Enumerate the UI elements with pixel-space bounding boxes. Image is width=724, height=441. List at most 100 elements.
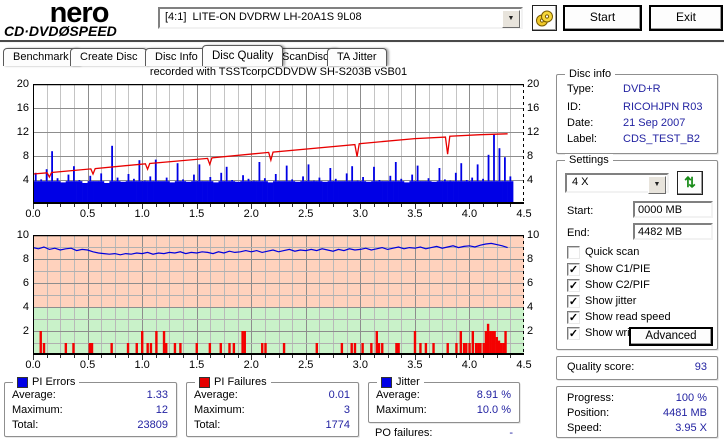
- refresh-button[interactable]: ⇅: [677, 171, 703, 195]
- settings-box: Settings 4 X ▼ ⇅ Start: 0000 MB End: 448…: [556, 154, 718, 350]
- stat-value: 12: [155, 404, 168, 416]
- scan-speed-select[interactable]: 4 X ▼: [565, 173, 669, 194]
- checkbox-show-c1-pie[interactable]: ✓ Show C1/PIE: [567, 262, 650, 276]
- cd-dvd-speed-logo-text: CD·DVDØSPEED: [4, 23, 117, 39]
- axis-tick-label: 16: [16, 102, 29, 114]
- toolbar-separator: [0, 40, 724, 43]
- disc-type-value: DVD+R: [623, 83, 661, 95]
- checkbox-show-read-speed[interactable]: ✓ Show read speed: [567, 310, 671, 324]
- start-position-label: Start:: [567, 205, 594, 217]
- tab-ta-jitter[interactable]: TA Jitter: [327, 48, 387, 66]
- checkbox-box[interactable]: ✓: [567, 262, 580, 276]
- end-position-field[interactable]: 4482 MB: [633, 223, 713, 240]
- drive-select[interactable]: [4:1] LITE-ON DVDRW LH-20A1S 9L08 ▼: [158, 7, 523, 29]
- stat-label: Maximum:: [12, 404, 63, 416]
- stat-value: 3: [343, 404, 350, 416]
- stat-label: Maximum:: [376, 404, 427, 416]
- pi-failures-swatch-icon: [199, 376, 210, 388]
- checkbox-show-jitter[interactable]: ✓ Show jitter: [567, 294, 636, 308]
- jitter-legend: Jitter: [377, 376, 424, 388]
- pi-failures-legend-label: PI Failures: [214, 376, 267, 388]
- checkbox-show-c2-pif[interactable]: ✓ Show C2/PIF: [567, 278, 650, 292]
- po-failures-label: PO failures:: [375, 427, 433, 439]
- start-button[interactable]: Start: [563, 5, 642, 31]
- axis-tick-label: 2.0: [243, 359, 259, 371]
- refresh-icon: ⇅: [684, 174, 696, 190]
- speed-label: Speed:: [567, 422, 602, 434]
- stat-label: Average:: [376, 389, 420, 401]
- axis-tick-label: 8: [22, 253, 29, 265]
- progress-value: 100 %: [675, 392, 707, 404]
- jitter-legend-label: Jitter: [396, 376, 420, 388]
- checkbox-box[interactable]: ✓: [567, 294, 580, 308]
- axis-tick-label: 12: [527, 126, 540, 138]
- axis-tick-label: 3.0: [352, 359, 368, 371]
- axis-tick-label: 8: [527, 253, 534, 265]
- stat-value: 1774: [325, 419, 350, 431]
- stat-value: 0.01: [328, 389, 350, 401]
- pi-failures-stats-box: PI Failures Average: 0.01 Maximum: 3 Total…: [186, 376, 359, 437]
- checkbox-box[interactable]: ✓: [567, 278, 580, 292]
- jitter-stats-box: Jitter Average: 8.91 % Maximum: 10.0 %: [368, 376, 520, 423]
- disc-date-label: Date:: [567, 117, 594, 129]
- jitter-pif-chart: [32, 234, 525, 361]
- checkbox-quick-scan[interactable]: Quick scan: [567, 245, 639, 259]
- axis-tick-label: 1.0: [134, 208, 150, 220]
- disc-info-box: Disc info Type: DVD+R ID: RICOHJPN R03 D…: [556, 68, 718, 154]
- axis-tick-label: 2.5: [298, 208, 314, 220]
- axis-tick-label: 1.0: [134, 359, 150, 371]
- pi-errors-chart: [32, 83, 525, 210]
- disc-id-label: ID:: [567, 101, 582, 113]
- axis-tick-label: 0.0: [25, 359, 41, 371]
- axis-tick-label: 4: [22, 301, 29, 313]
- stat-value: 8.91 %: [476, 389, 511, 401]
- checkbox-box[interactable]: ✓: [567, 326, 580, 340]
- axis-tick-label: 10: [527, 229, 540, 241]
- tab-benchmark[interactable]: Benchmark: [3, 48, 79, 66]
- disc-date-value: 21 Sep 2007: [623, 117, 686, 129]
- axis-tick-label: 20: [16, 78, 29, 90]
- axis-tick-label: 2.5: [298, 359, 314, 371]
- axis-tick-label: 4.5: [516, 359, 532, 371]
- stat-value: 1.33: [146, 389, 168, 401]
- axis-tick-label: 16: [527, 102, 540, 114]
- axis-tick-label: 10: [16, 229, 29, 241]
- disc-stack-button[interactable]: [532, 5, 557, 31]
- axis-tick-label: 8: [527, 150, 534, 162]
- axis-tick-label: 0.5: [79, 208, 96, 220]
- stat-value: 23809: [137, 419, 168, 431]
- checkbox-label: Show read speed: [585, 311, 671, 323]
- axis-tick-label: 2: [22, 325, 29, 337]
- axis-tick-label: 4: [22, 174, 29, 186]
- quality-score-label: Quality score:: [567, 361, 635, 373]
- tab-disc-info[interactable]: Disc Info: [145, 48, 208, 66]
- advanced-button[interactable]: Advanced: [629, 327, 713, 346]
- drive-select-value: [4:1] LITE-ON DVDRW LH-20A1S 9L08: [165, 11, 362, 23]
- disc-type-label: Type:: [567, 83, 594, 95]
- axis-tick-label: 8: [22, 150, 29, 162]
- checkbox-label: Show C2/PIF: [585, 279, 650, 291]
- pi-errors-legend-label: PI Errors: [32, 376, 76, 388]
- axis-tick-label: 4.0: [461, 208, 478, 220]
- settings-title: Settings: [565, 154, 613, 166]
- tab-disc-quality[interactable]: Disc Quality: [202, 45, 284, 66]
- checkbox-box[interactable]: ✓: [567, 310, 580, 324]
- checkbox-box[interactable]: [567, 245, 580, 259]
- po-failures-value: -: [509, 427, 513, 439]
- exit-button[interactable]: Exit: [649, 5, 723, 31]
- axis-tick-label: 1.5: [189, 359, 205, 371]
- checkbox-label: Show C1/PIE: [585, 263, 651, 275]
- quality-score-value: 93: [694, 361, 707, 373]
- start-position-field[interactable]: 0000 MB: [633, 201, 713, 218]
- progress-label: Progress:: [567, 392, 615, 404]
- speed-value: 3.95 X: [675, 422, 707, 434]
- axis-tick-label: 4.5: [516, 208, 532, 220]
- chevron-down-icon[interactable]: ▼: [648, 176, 666, 194]
- app-window: nero CD·DVDØSPEED [4:1] LITE-ON DVDRW LH…: [0, 0, 724, 441]
- axis-tick-label: 3.5: [407, 359, 423, 371]
- nero-logo-text: nero: [49, 0, 110, 29]
- end-position-label: End:: [567, 227, 590, 239]
- position-label: Position:: [567, 407, 610, 419]
- chevron-down-icon[interactable]: ▼: [502, 10, 520, 28]
- tab-create-disc[interactable]: Create Disc: [70, 48, 148, 66]
